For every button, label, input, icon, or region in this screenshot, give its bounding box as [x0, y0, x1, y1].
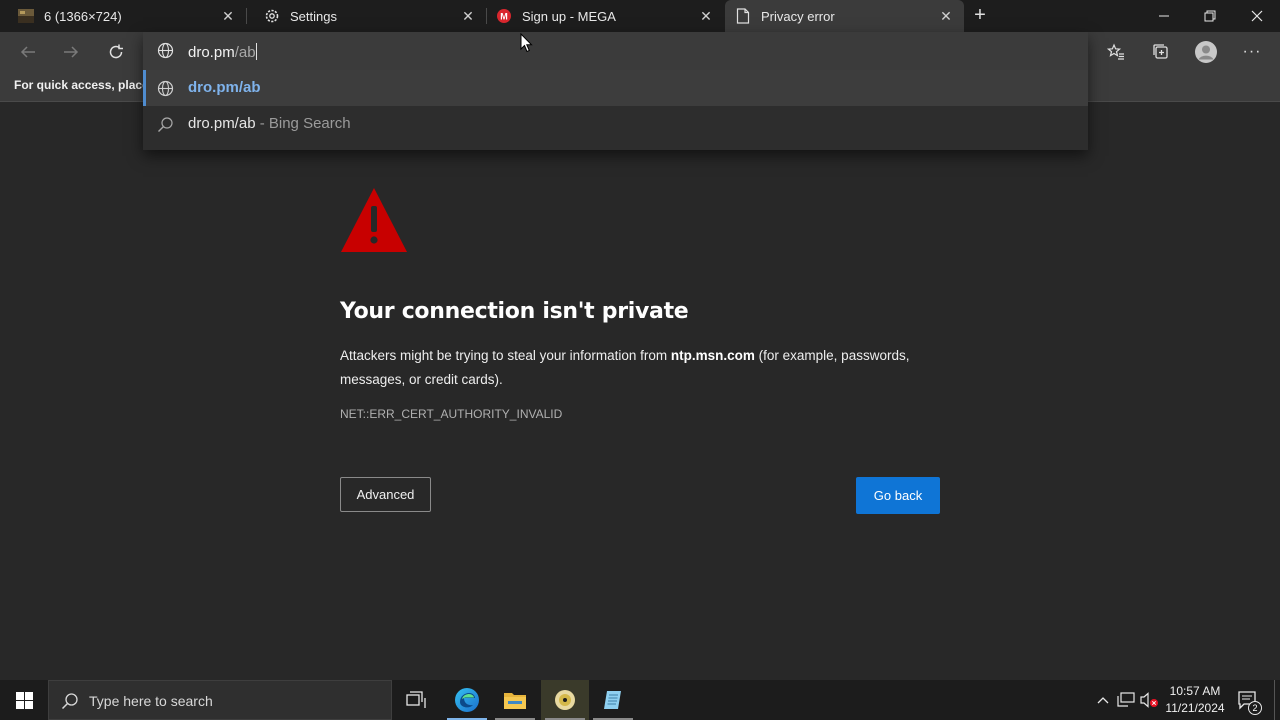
error-description: Attackers might be trying to steal your … [340, 344, 940, 392]
start-button[interactable] [0, 680, 48, 720]
suggestion-text: dro.pm/ab [188, 79, 261, 96]
globe-icon [157, 42, 174, 64]
back-button[interactable] [14, 38, 42, 66]
task-view-button[interactable] [392, 680, 440, 720]
typed-text: dro.pm [188, 44, 235, 61]
svg-text:M: M [500, 12, 508, 22]
taskbar: Type here to search 10:57 AM 11/21/2024 … [0, 680, 1280, 720]
image-thumbnail-icon [18, 8, 34, 24]
selection-indicator [143, 70, 146, 106]
error-page: Your connection isn't private Attackers … [0, 103, 1280, 680]
refresh-button[interactable] [102, 38, 130, 66]
chevron-up-icon [1097, 697, 1109, 704]
arrow-left-icon [20, 46, 35, 58]
desc-text-start: Attackers might be trying to steal your … [340, 348, 671, 363]
search-placeholder: Type here to search [89, 693, 213, 709]
search-icon [61, 692, 79, 715]
favorites-button[interactable] [1102, 38, 1130, 66]
tab-mega-signup[interactable]: M Sign up - MEGA ✕ [478, 0, 724, 32]
disc-icon [555, 690, 575, 710]
volume-button[interactable] [1140, 680, 1160, 720]
taskbar-media-app[interactable] [541, 680, 589, 720]
tab-title: Privacy error [761, 8, 835, 24]
notification-count-badge: 2 [1248, 701, 1262, 715]
show-desktop-button[interactable] [1274, 680, 1280, 720]
profile-button[interactable] [1192, 38, 1220, 66]
autocomplete-text: /ab [234, 44, 256, 61]
avatar-icon [1195, 41, 1217, 63]
error-code: NET::ERR_CERT_AUTHORITY_INVALID [340, 407, 563, 421]
close-tab-icon[interactable]: ✕ [938, 8, 954, 24]
address-bar-dropdown: dro.pm/ab dro.pm/ab dro.pm/ab - Bing Sea… [143, 32, 1088, 150]
close-tab-icon[interactable]: ✕ [698, 8, 714, 24]
restore-icon [1204, 10, 1216, 22]
tab-privacy-error[interactable]: Privacy error ✕ [725, 0, 964, 32]
network-button[interactable] [1116, 680, 1136, 720]
tab-settings[interactable]: Settings ✕ [246, 0, 486, 32]
go-back-button[interactable]: Go back [856, 477, 940, 514]
folder-icon [504, 693, 526, 709]
windows-logo-icon [15, 691, 33, 709]
warning-triangle-icon [340, 186, 408, 259]
new-tab-button[interactable]: + [970, 5, 990, 26]
text-caret [255, 43, 257, 60]
clock-date: 11/21/2024 [1165, 701, 1225, 715]
tab-title: 6 (1366×724) [44, 8, 122, 24]
forward-button[interactable] [57, 38, 85, 66]
tab-strip: 6 (1366×724) ✕ Settings ✕ M Sign up - ME… [0, 0, 1280, 32]
notepad-icon [604, 691, 621, 709]
volume-muted-icon [1140, 692, 1158, 708]
taskbar-file-explorer[interactable] [491, 680, 539, 720]
close-tab-icon[interactable]: ✕ [460, 8, 476, 24]
address-bar[interactable]: dro.pm/ab [143, 32, 1088, 70]
search-icon [157, 116, 174, 138]
action-center-button[interactable]: 2 [1234, 680, 1262, 720]
restore-button[interactable] [1187, 0, 1233, 32]
arrow-right-icon [64, 46, 79, 58]
address-input[interactable]: dro.pm/ab [188, 43, 257, 61]
globe-icon [157, 80, 174, 102]
system-clock[interactable]: 10:57 AM 11/21/2024 [1160, 683, 1230, 717]
suggestion-text: dro.pm/ab - Bing Search [188, 115, 351, 132]
edge-browser-icon [455, 688, 479, 712]
suggestion-query: dro.pm/ab [188, 115, 256, 132]
refresh-icon [109, 44, 123, 59]
taskbar-edge[interactable] [443, 680, 491, 720]
tab-image[interactable]: 6 (1366×724) ✕ [0, 0, 246, 32]
suggestion-engine: - Bing Search [255, 115, 351, 132]
clock-time: 10:57 AM [1169, 684, 1221, 698]
suggestion-item[interactable]: dro.pm/ab - Bing Search [143, 106, 1088, 142]
taskbar-search-box[interactable]: Type here to search [48, 680, 392, 720]
tab-title: Sign up - MEGA [522, 8, 616, 24]
error-title: Your connection isn't private [340, 299, 689, 324]
show-hidden-icons-button[interactable] [1094, 680, 1112, 720]
mouse-cursor-icon [520, 32, 534, 58]
advanced-button[interactable]: Advanced [340, 477, 431, 512]
collections-button[interactable] [1147, 38, 1175, 66]
network-icon [1117, 692, 1135, 707]
desc-hostname: ntp.msn.com [670, 348, 755, 363]
minimize-icon [1159, 15, 1169, 17]
tab-title: Settings [290, 8, 337, 24]
favorites-bar-hint: For quick access, place y [14, 78, 159, 92]
settings-more-button[interactable]: ··· [1238, 38, 1266, 66]
close-tab-icon[interactable]: ✕ [220, 8, 236, 24]
suggestion-item[interactable]: dro.pm/ab [143, 70, 1088, 106]
minimize-button[interactable] [1141, 0, 1187, 32]
gear-icon [264, 8, 280, 24]
mega-logo-icon: M [496, 8, 512, 24]
task-view-icon [406, 691, 426, 708]
collections-icon [1153, 44, 1168, 59]
favorites-star-icon [1107, 43, 1124, 60]
document-icon [735, 8, 751, 24]
close-icon [1251, 10, 1263, 22]
taskbar-notepad[interactable] [589, 680, 637, 720]
more-dots-icon: ··· [1242, 43, 1262, 60]
close-window-button[interactable] [1234, 0, 1280, 32]
